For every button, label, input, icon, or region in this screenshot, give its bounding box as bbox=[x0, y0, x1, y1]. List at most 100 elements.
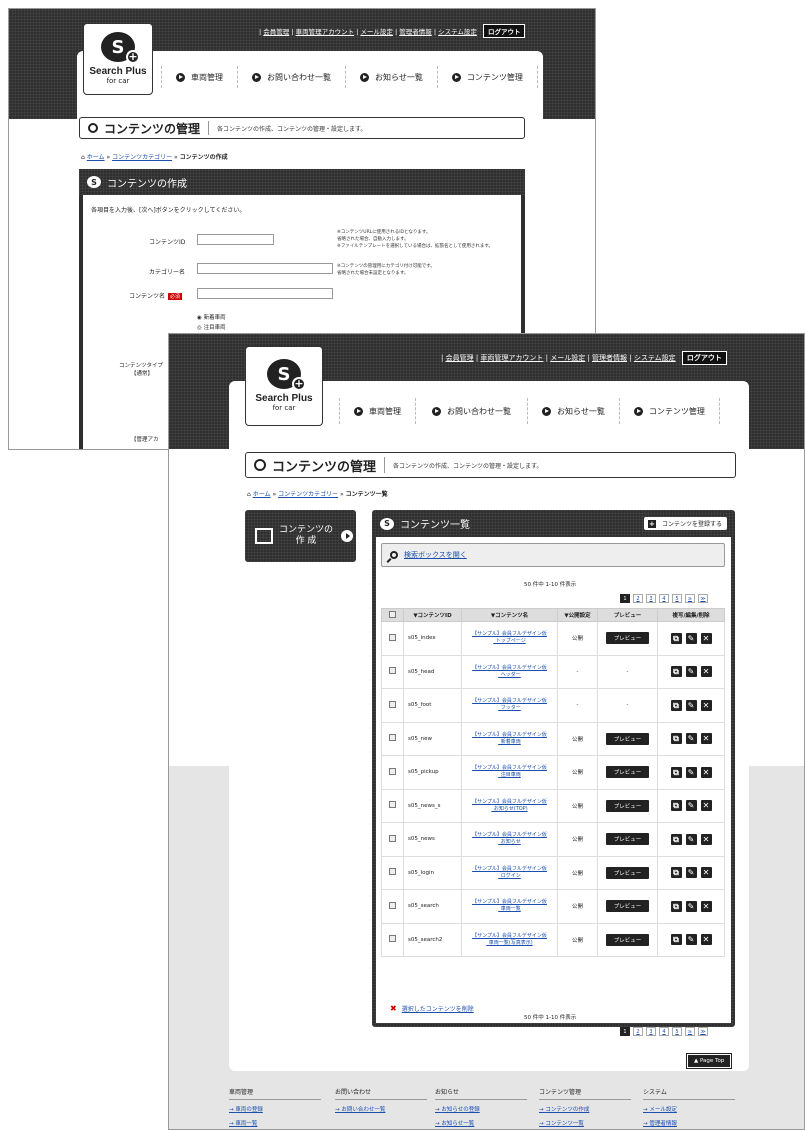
edit-icon[interactable]: ✎ bbox=[685, 867, 697, 879]
register-button[interactable]: + コンテンツを登録する bbox=[643, 517, 727, 530]
header-id[interactable]: ▼コンテンツID bbox=[403, 608, 462, 622]
footer-link[interactable]: → お知らせ一覧 bbox=[435, 1119, 527, 1127]
row-checkbox[interactable] bbox=[389, 901, 396, 909]
edit-icon[interactable]: ✎ bbox=[685, 833, 697, 845]
close-icon[interactable]: ✕ bbox=[700, 833, 712, 845]
top-link-admin[interactable]: 管理者情報 bbox=[399, 28, 432, 36]
close-icon[interactable]: ✕ bbox=[700, 800, 712, 812]
top-link-mail[interactable]: メール設定 bbox=[360, 28, 393, 36]
edit-icon[interactable]: ✎ bbox=[685, 699, 697, 711]
preview-button[interactable]: プレビュー bbox=[605, 732, 650, 745]
radio-pickup[interactable]: ◎ 注目車両 bbox=[197, 323, 226, 331]
row-name-link[interactable]: 【サンプル】会員フルデザイン仮 _ヘッダー bbox=[462, 665, 557, 679]
page-4[interactable]: 4 bbox=[659, 594, 669, 603]
row-name-link[interactable]: 【サンプル】会員フルデザイン仮 _車両一覧(写真表示) bbox=[462, 933, 557, 947]
row-checkbox[interactable] bbox=[389, 700, 396, 708]
page-last[interactable]: ≫ bbox=[698, 594, 708, 603]
footer-link[interactable]: → メール設定 bbox=[643, 1105, 735, 1113]
nav-inquiry[interactable]: お問い合わせ一覧 bbox=[415, 398, 527, 424]
top-link-admin[interactable]: 管理者情報 bbox=[592, 354, 627, 362]
copy-icon[interactable]: ⧉ bbox=[670, 833, 682, 845]
nav-content[interactable]: コンテンツ管理 bbox=[436, 66, 538, 88]
row-checkbox[interactable] bbox=[389, 667, 396, 675]
row-checkbox[interactable] bbox=[389, 868, 396, 876]
crumb-cat[interactable]: コンテンツカテゴリー bbox=[278, 491, 338, 498]
copy-icon[interactable]: ⧉ bbox=[670, 699, 682, 711]
select-all-checkbox[interactable] bbox=[389, 610, 396, 618]
logo[interactable]: S + Search Plus for car bbox=[245, 346, 323, 426]
search-toggle[interactable]: 検索ボックスを開く bbox=[381, 543, 725, 567]
top-link-account[interactable]: 車両管理アカウント bbox=[296, 28, 355, 36]
edit-icon[interactable]: ✎ bbox=[685, 733, 697, 745]
footer-link[interactable]: → 車両一覧 bbox=[229, 1119, 321, 1127]
preview-button[interactable]: プレビュー bbox=[605, 632, 650, 645]
copy-icon[interactable]: ⧉ bbox=[670, 900, 682, 912]
logout-button[interactable]: ログアウト bbox=[681, 351, 727, 365]
footer-link[interactable]: → お問い合わせ一覧 bbox=[335, 1105, 427, 1113]
edit-icon[interactable]: ✎ bbox=[685, 766, 697, 778]
page-1[interactable]: 1 bbox=[620, 1027, 630, 1036]
content-id-input[interactable] bbox=[197, 234, 274, 245]
crumb-home[interactable]: ホーム bbox=[87, 154, 105, 161]
row-name-link[interactable]: 【サンプル】会員フルデザイン仮 _フッター bbox=[462, 698, 557, 712]
close-icon[interactable]: ✕ bbox=[700, 699, 712, 711]
content-name-input[interactable] bbox=[197, 288, 333, 299]
nav-news[interactable]: お知らせ一覧 bbox=[527, 398, 619, 424]
preview-button[interactable]: プレビュー bbox=[605, 766, 650, 779]
copy-icon[interactable]: ⧉ bbox=[670, 733, 682, 745]
top-link-member[interactable]: 会員管理 bbox=[263, 28, 289, 36]
page-3[interactable]: 3 bbox=[646, 1027, 656, 1036]
row-checkbox[interactable] bbox=[389, 801, 396, 809]
edit-icon[interactable]: ✎ bbox=[685, 900, 697, 912]
edit-icon[interactable]: ✎ bbox=[685, 666, 697, 678]
footer-link[interactable]: → 管理者情報 bbox=[643, 1119, 735, 1127]
top-link-account[interactable]: 車両管理アカウント bbox=[480, 354, 543, 362]
page-4[interactable]: 4 bbox=[659, 1027, 669, 1036]
page-2[interactable]: 2 bbox=[633, 1027, 643, 1036]
row-name-link[interactable]: 【サンプル】会員フルデザイン仮 _車両一覧 bbox=[462, 899, 557, 913]
row-checkbox[interactable] bbox=[389, 834, 396, 842]
edit-icon[interactable]: ✎ bbox=[685, 632, 697, 644]
page-next[interactable]: ≥ bbox=[685, 594, 695, 603]
nav-vehicle[interactable]: 車両管理 bbox=[161, 66, 237, 88]
radio-new[interactable]: ◉ 新着車両 bbox=[197, 313, 226, 321]
top-link-member[interactable]: 会員管理 bbox=[446, 354, 474, 362]
copy-icon[interactable]: ⧉ bbox=[670, 934, 682, 946]
preview-button[interactable]: プレビュー bbox=[605, 900, 650, 913]
copy-icon[interactable]: ⧉ bbox=[670, 766, 682, 778]
crumb-cat[interactable]: コンテンツカテゴリー bbox=[112, 154, 172, 161]
edit-icon[interactable]: ✎ bbox=[685, 800, 697, 812]
row-name-link[interactable]: 【サンプル】会員フルデザイン仮 _ログイン bbox=[462, 866, 557, 880]
footer-link[interactable]: → コンテンツの作成 bbox=[539, 1105, 631, 1113]
row-checkbox[interactable] bbox=[389, 767, 396, 775]
page-5[interactable]: 5 bbox=[672, 594, 682, 603]
row-name-link[interactable]: 【サンプル】会員フルデザイン仮 _トップページ bbox=[462, 631, 557, 645]
copy-icon[interactable]: ⧉ bbox=[670, 800, 682, 812]
footer-link[interactable]: → 車両の登録 bbox=[229, 1105, 321, 1113]
nav-vehicle[interactable]: 車両管理 bbox=[339, 398, 415, 424]
footer-link[interactable]: → コンテンツ一覧 bbox=[539, 1119, 631, 1127]
page-top-button[interactable]: ▲ Page Top bbox=[685, 1053, 733, 1069]
nav-news[interactable]: お知らせ一覧 bbox=[345, 66, 437, 88]
close-icon[interactable]: ✕ bbox=[700, 632, 712, 644]
preview-button[interactable]: プレビュー bbox=[605, 933, 650, 946]
page-last[interactable]: ≫ bbox=[698, 1027, 708, 1036]
row-name-link[interactable]: 【サンプル】会員フルデザイン仮 _お知らせ bbox=[462, 832, 557, 846]
row-checkbox[interactable] bbox=[389, 734, 396, 742]
row-checkbox[interactable] bbox=[389, 935, 396, 943]
close-icon[interactable]: ✕ bbox=[700, 900, 712, 912]
row-name-link[interactable]: 【サンプル】会員フルデザイン仮 _お知らせ(TOP) bbox=[462, 799, 557, 813]
copy-icon[interactable]: ⧉ bbox=[670, 632, 682, 644]
page-1[interactable]: 1 bbox=[620, 594, 630, 603]
logout-button[interactable]: ログアウト bbox=[482, 24, 526, 38]
edit-icon[interactable]: ✎ bbox=[685, 934, 697, 946]
create-content-button[interactable]: コンテンツの作 成 bbox=[245, 510, 356, 562]
preview-button[interactable]: プレビュー bbox=[605, 833, 650, 846]
close-icon[interactable]: ✕ bbox=[700, 934, 712, 946]
top-link-system[interactable]: システム設定 bbox=[438, 28, 477, 36]
close-icon[interactable]: ✕ bbox=[700, 867, 712, 879]
nav-inquiry[interactable]: お問い合わせ一覧 bbox=[237, 66, 345, 88]
close-icon[interactable]: ✕ bbox=[700, 766, 712, 778]
row-checkbox[interactable] bbox=[389, 633, 396, 641]
row-name-link[interactable]: 【サンプル】会員フルデザイン仮 _新着車両 bbox=[462, 732, 557, 746]
